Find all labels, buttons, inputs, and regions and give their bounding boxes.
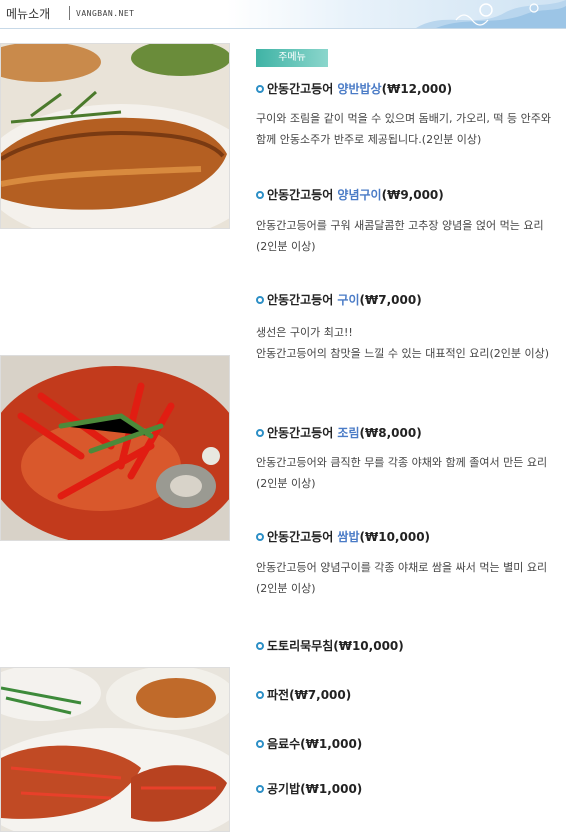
title-divider (69, 6, 70, 20)
main-menu-tag: 주메뉴 (256, 49, 328, 67)
wave-decoration (416, 0, 566, 28)
menu-description: 안동간고등어 양념구이를 각종 야채로 쌈을 싸서 먹는 별미 요리(2인분 이… (256, 561, 548, 595)
menu-name: 양념구이 (337, 188, 382, 202)
bullet-icon (256, 190, 264, 199)
menu-name: 양반밥상 (337, 82, 382, 96)
page-title: 메뉴소개 (6, 7, 51, 21)
menu-name: 쌈밥 (337, 530, 360, 544)
menu-item-title: 안동간고등어 양념구이(₩9,000) (256, 186, 444, 203)
menu-price: (₩8,000) (359, 426, 422, 440)
menu-prefix: 안동간고등어 (267, 426, 338, 440)
menu-description: 안동간고등어를 구워 새콤달콤한 고추장 양념을 얹어 먹는 요리(2인분 이상… (256, 219, 544, 253)
menu-prefix: 안동간고등어 (267, 188, 338, 202)
menu-description: 안동간고등어의 참맛을 느낄 수 있는 대표적인 요리(2인분 이상) (256, 347, 550, 360)
menu-prefix: 안동간고등어 (267, 530, 338, 544)
menu-price: (₩10,000) (359, 530, 431, 544)
extra-label: 공기밥(₩1,000) (267, 782, 363, 796)
extra-label: 도토리묵무침(₩10,000) (267, 639, 404, 653)
menu-item-title: 안동간고등어 쌈밥(₩10,000) (256, 528, 430, 545)
menu-item-title: 안동간고등어 구이(₩7,000) (256, 291, 422, 308)
site-name: VANGBAN.NET (76, 9, 135, 18)
menu-price: (₩12,000) (381, 82, 453, 96)
extra-item: 도토리묵무침(₩10,000) (256, 637, 404, 654)
bullet-icon (256, 641, 264, 650)
braised-mackerel-photo (0, 355, 230, 541)
mackerel-dish-photo (0, 667, 230, 832)
bullet-icon (256, 532, 264, 541)
extra-item: 공기밥(₩1,000) (256, 780, 362, 797)
bullet-icon (256, 428, 264, 437)
extra-item: 파전(₩7,000) (256, 686, 351, 703)
menu-description: 생선은 구이가 최고!! (256, 326, 353, 339)
bullet-icon (256, 739, 264, 748)
menu-prefix: 안동간고등어 (267, 82, 338, 96)
page-header: 메뉴소개 VANGBAN.NET (0, 0, 566, 29)
menu-description: 구이와 조림을 같이 먹을 수 있으며 돔배기, 가오리, 떡 등 안주와 함께… (256, 112, 551, 146)
bullet-icon (256, 784, 264, 793)
bullet-icon (256, 295, 264, 304)
menu-item-title: 안동간고등어 조림(₩8,000) (256, 424, 422, 441)
menu-price: (₩9,000) (381, 188, 444, 202)
bullet-icon (256, 690, 264, 699)
extra-label: 음료수(₩1,000) (267, 737, 363, 751)
extra-item: 음료수(₩1,000) (256, 735, 362, 752)
bullet-icon (256, 84, 264, 93)
menu-item-title: 안동간고등어 양반밥상(₩12,000) (256, 80, 452, 97)
menu-name: 조림 (337, 426, 360, 440)
menu-prefix: 안동간고등어 (267, 293, 338, 307)
menu-price: (₩7,000) (359, 293, 422, 307)
grilled-mackerel-photo (0, 43, 230, 229)
extra-label: 파전(₩7,000) (267, 688, 352, 702)
menu-name: 구이 (337, 293, 360, 307)
menu-description: 안동간고등어와 큼직한 무를 각종 야채와 함께 졸여서 만든 요리(2인분 이… (256, 456, 548, 490)
